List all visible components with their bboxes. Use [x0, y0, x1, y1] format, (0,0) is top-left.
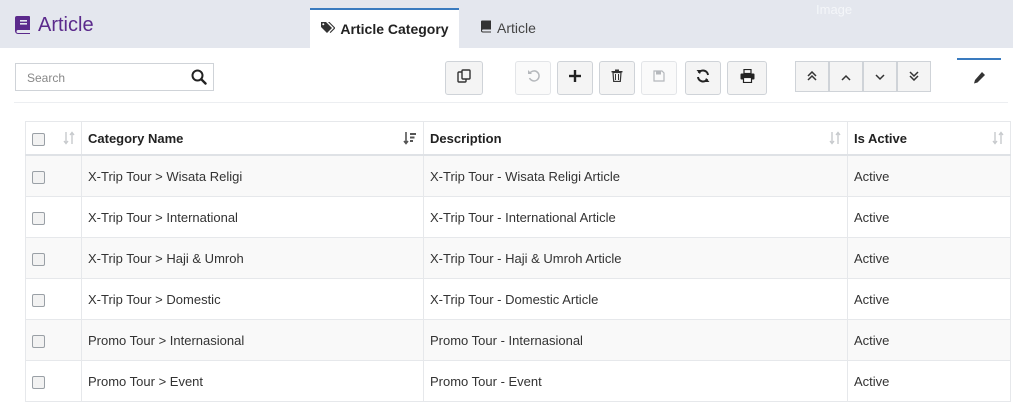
tab-article-category[interactable]: Article Category [310, 8, 459, 48]
table-row[interactable]: Promo Tour > Event Promo Tour - Event Ac… [25, 360, 1011, 402]
category-name-cell: Promo Tour > Internasional [81, 319, 424, 361]
row-select-cell [25, 196, 82, 238]
print-button[interactable] [727, 61, 767, 95]
category-name-cell: Promo Tour > Event [81, 360, 424, 402]
tags-icon [320, 21, 336, 37]
is-active-cell: Active [847, 278, 1011, 320]
search-box [15, 63, 214, 91]
book-icon [14, 15, 32, 35]
tab-label: Article [497, 20, 536, 36]
row-select-cell [25, 278, 82, 320]
description-cell: X-Trip Tour - International Article [423, 196, 848, 238]
select-all-header [25, 121, 82, 156]
search-input[interactable] [25, 65, 189, 91]
app-header: Article Article Category Article Image [0, 0, 1013, 48]
edit-tab[interactable] [957, 58, 1001, 100]
row-select-cell [25, 360, 82, 402]
column-label: Is Active [854, 130, 907, 146]
table-row[interactable]: Promo Tour > Internasional Promo Tour - … [25, 319, 1011, 361]
tab-label: Article Category [340, 21, 449, 37]
is-active-cell: Active [847, 154, 1011, 197]
description-cell: X-Trip Tour - Wisata Religi Article [423, 154, 848, 197]
category-name-cell: X-Trip Tour > Domestic [81, 278, 424, 320]
chevron-up-icon [841, 68, 851, 86]
move-up-button[interactable] [829, 61, 863, 92]
row-select-cell [25, 319, 82, 361]
double-chevron-up-icon [807, 68, 817, 86]
column-label: Description [430, 130, 502, 146]
row-checkbox[interactable] [32, 334, 45, 348]
print-icon [740, 68, 755, 88]
row-select-cell [25, 154, 82, 197]
page-title-text: Article [38, 13, 94, 36]
category-name-cell: X-Trip Tour > Haji & Umroh [81, 237, 424, 279]
copy-icon [457, 68, 471, 88]
delete-button[interactable] [599, 61, 635, 95]
table-row[interactable]: X-Trip Tour > Haji & Umroh X-Trip Tour -… [25, 237, 1011, 279]
column-label: Category Name [88, 130, 184, 146]
description-cell: Promo Tour - Internasional [423, 319, 848, 361]
add-button[interactable] [557, 61, 593, 95]
delete-icon [611, 69, 623, 87]
refresh-icon [696, 69, 710, 88]
column-header-is-active[interactable]: Is Active [847, 121, 1011, 156]
select-all-checkbox[interactable] [32, 132, 45, 146]
book-icon [480, 20, 492, 36]
column-header-category-name[interactable]: Category Name [81, 121, 424, 156]
is-active-cell: Active [847, 196, 1011, 238]
column-header-description[interactable]: Description [423, 121, 848, 156]
save-button[interactable] [641, 61, 677, 95]
description-cell: Promo Tour - Event [423, 360, 848, 402]
copy-button[interactable] [445, 61, 483, 95]
is-active-cell: Active [847, 319, 1011, 361]
page-title: Article [14, 12, 94, 38]
sort-icon[interactable] [829, 131, 841, 148]
table-row[interactable]: X-Trip Tour > Domestic X-Trip Tour - Dom… [25, 278, 1011, 320]
panel-divider [14, 102, 1008, 103]
tab-article[interactable]: Article [480, 8, 536, 48]
article-category-table: Category Name Description Is Active X-Tr… [25, 121, 1011, 402]
row-select-cell [25, 237, 82, 279]
refresh-button[interactable] [685, 61, 721, 95]
undo-button[interactable] [515, 61, 551, 95]
save-icon [653, 69, 665, 87]
move-last-button[interactable] [897, 61, 931, 92]
category-name-cell: X-Trip Tour > International [81, 196, 424, 238]
undo-icon [527, 69, 540, 87]
sort-icon[interactable] [63, 131, 75, 148]
move-first-button[interactable] [795, 61, 829, 92]
pencil-icon [973, 71, 986, 89]
description-cell: X-Trip Tour - Domestic Article [423, 278, 848, 320]
add-icon [569, 69, 581, 87]
sort-icon[interactable] [992, 131, 1004, 148]
row-checkbox[interactable] [32, 293, 45, 307]
description-cell: X-Trip Tour - Haji & Umroh Article [423, 237, 848, 279]
row-checkbox[interactable] [32, 211, 45, 225]
is-active-cell: Active [847, 237, 1011, 279]
row-checkbox[interactable] [32, 375, 45, 389]
search-icon[interactable] [191, 69, 207, 90]
double-chevron-down-icon [909, 68, 919, 86]
move-down-button[interactable] [863, 61, 897, 92]
table-header-row: Category Name Description Is Active [25, 121, 1011, 156]
sort-descending-icon[interactable] [403, 131, 417, 148]
row-checkbox[interactable] [32, 252, 45, 266]
table-row[interactable]: X-Trip Tour > Wisata Religi X-Trip Tour … [25, 154, 1011, 197]
category-name-cell: X-Trip Tour > Wisata Religi [81, 154, 424, 197]
table-row[interactable]: X-Trip Tour > International X-Trip Tour … [25, 196, 1011, 238]
row-checkbox[interactable] [32, 170, 45, 184]
chevron-down-icon [875, 68, 885, 86]
image-tab-label: Image [816, 2, 853, 17]
is-active-cell: Active [847, 360, 1011, 402]
